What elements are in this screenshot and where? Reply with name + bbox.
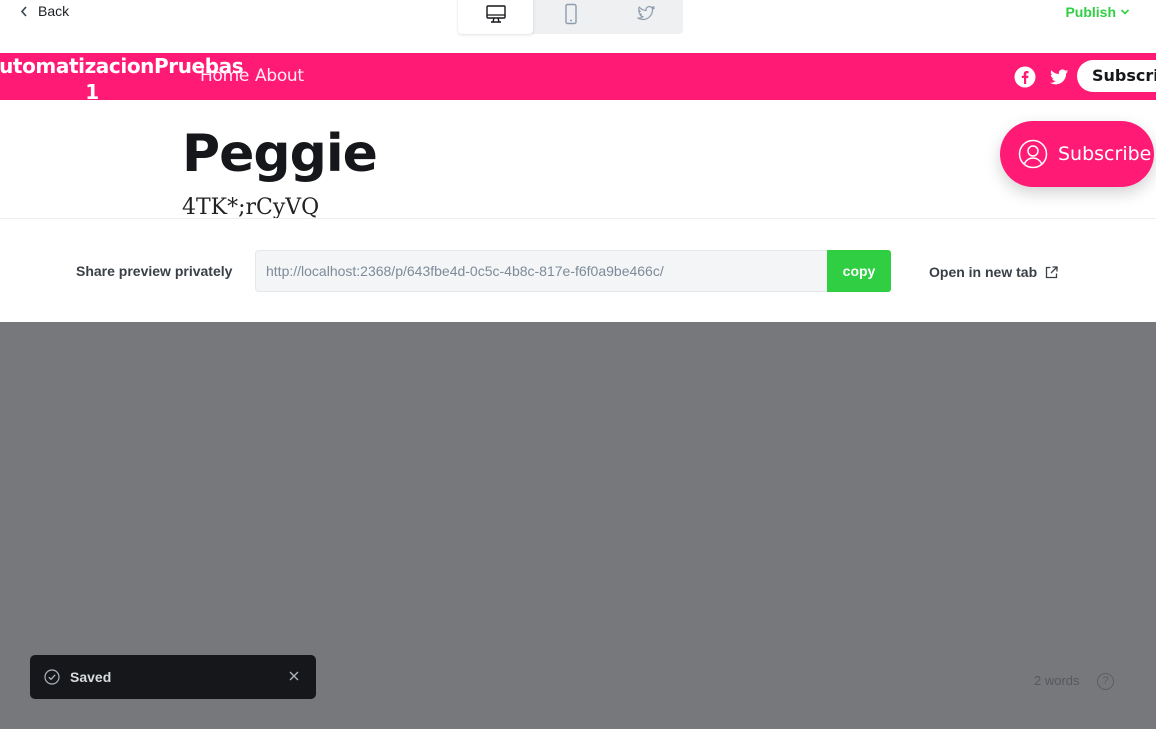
- publish-label: Publish: [1065, 4, 1116, 20]
- copy-button[interactable]: copy: [827, 250, 891, 292]
- post-excerpt: 4TK*;rCyVQ: [182, 195, 320, 218]
- back-button[interactable]: Back: [20, 3, 69, 19]
- twitter-icon: [636, 5, 655, 21]
- site-header: AutomatizacionPruebas 1 Home About Subsc…: [0, 53, 1156, 104]
- external-link-icon: [1045, 265, 1058, 278]
- header-subscribe-button[interactable]: Subscribe: [1077, 60, 1156, 92]
- open-in-new-tab-link[interactable]: Open in new tab: [929, 264, 1058, 280]
- toast-message: Saved: [70, 669, 112, 685]
- twitter-preview-tab[interactable]: [608, 0, 683, 34]
- chevron-left-icon: [20, 5, 27, 17]
- social-links: [1014, 66, 1070, 88]
- saved-toast: Saved: [30, 655, 316, 699]
- back-label: Back: [38, 3, 70, 19]
- nav-item-home[interactable]: Home: [200, 66, 249, 86]
- close-icon[interactable]: [288, 670, 300, 682]
- preview-topbar: Back Publish: [0, 0, 1156, 53]
- share-preview-label: Share preview privately: [76, 263, 233, 279]
- publish-button[interactable]: Publish: [1065, 4, 1130, 20]
- mobile-preview-tab[interactable]: [533, 0, 608, 34]
- site-nav: Home About: [200, 66, 304, 86]
- twitter-icon[interactable]: [1048, 66, 1070, 88]
- check-circle-icon: [44, 669, 60, 685]
- desktop-icon: [485, 5, 506, 23]
- post-preview: Peggie 4TK*;rCyVQ: [0, 100, 1156, 218]
- device-switcher: [458, 0, 683, 34]
- user-icon: [1018, 139, 1048, 169]
- floating-subscribe-button[interactable]: Subscribe: [1000, 121, 1154, 187]
- facebook-icon[interactable]: [1014, 66, 1036, 88]
- share-preview-panel: Share preview privately http://localhost…: [0, 218, 1156, 322]
- open-in-new-tab-label: Open in new tab: [929, 264, 1038, 280]
- help-button[interactable]: ?: [1097, 673, 1114, 690]
- chevron-down-icon: [1120, 9, 1130, 15]
- desktop-preview-tab[interactable]: [458, 0, 533, 34]
- floating-subscribe-label: Subscribe: [1058, 143, 1152, 165]
- mobile-icon: [564, 3, 577, 25]
- post-title: Peggie: [182, 124, 378, 184]
- site-title[interactable]: AutomatizacionPruebas 1: [0, 53, 244, 105]
- preview-url-field[interactable]: http://localhost:2368/p/643fbe4d-0c5c-4b…: [255, 250, 827, 292]
- nav-item-about[interactable]: About: [255, 66, 304, 86]
- word-count: 2 words: [1034, 673, 1080, 688]
